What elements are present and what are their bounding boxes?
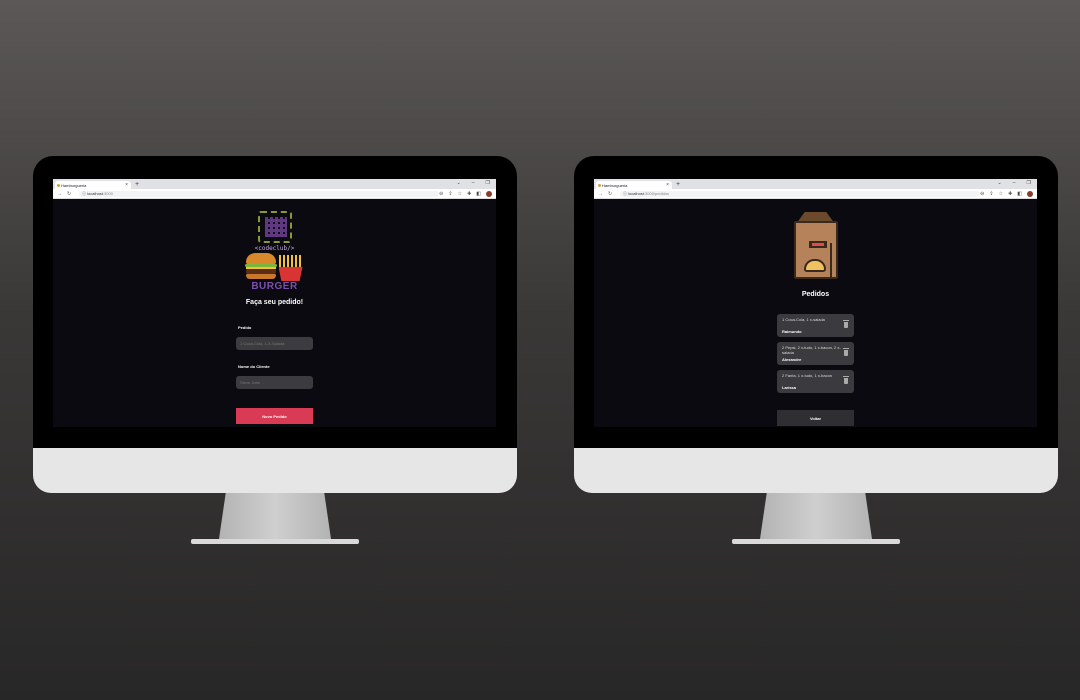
customer-name-label: Nome do Cliente: [238, 364, 270, 369]
avatar[interactable]: [1027, 191, 1033, 197]
star-icon[interactable]: ☆: [458, 191, 462, 197]
extensions-icon[interactable]: ✚: [467, 191, 471, 197]
toolbar-icons: ⊖ ⇪ ☆ ✚ ◧: [439, 191, 492, 197]
trash-icon[interactable]: [843, 348, 849, 356]
tab-title: Hamburgueria: [602, 182, 628, 188]
zoom-icon[interactable]: ⊖: [439, 191, 443, 197]
url-host: localhost: [628, 191, 644, 196]
monitor-stand: [760, 493, 872, 539]
star-icon[interactable]: ☆: [999, 191, 1003, 197]
close-icon[interactable]: ×: [666, 182, 669, 188]
minimize-icon[interactable]: –: [472, 180, 475, 186]
address-bar: → ↻ ⓘ localhost:3000 ⊖ ⇪ ☆ ✚ ◧: [53, 189, 496, 199]
codeclub-burger-logo: <codeclub/> BURGER: [244, 211, 305, 293]
monitor-stand: [219, 493, 331, 539]
url-text: ⓘ localhost:3000/pedidos: [623, 191, 670, 196]
trash-icon[interactable]: [843, 376, 849, 384]
monitor-left: Hamburgueria × + ⌄ – ❐ → ↻ ⓘ localhost:3…: [33, 156, 517, 544]
back-button[interactable]: Voltar: [777, 410, 854, 426]
window-controls: ⌄ – ❐: [457, 180, 490, 186]
share-icon[interactable]: ⇪: [448, 191, 452, 197]
tab-bar: Hamburgueria × + ⌄ – ❐: [594, 179, 1037, 189]
order-customer: Larissa: [782, 385, 797, 390]
sidebar-icon[interactable]: ◧: [1017, 191, 1022, 197]
share-icon[interactable]: ⇪: [989, 191, 993, 197]
order-card: 2 Pepsi, 2 x-tudo, 1 x-bacon, 2 x-salada…: [777, 342, 854, 365]
monitor-right: Hamburgueria × + ⌄ – ❐ → ↻ ⓘ localhost:3…: [574, 156, 1058, 544]
order-items: 1 Coca-Cola, 1 x-salada: [782, 317, 825, 322]
url-path: :3000: [102, 191, 113, 196]
takeaway-bag-icon: [790, 212, 842, 280]
extensions-icon[interactable]: ✚: [1008, 191, 1012, 197]
trash-icon[interactable]: [843, 320, 849, 328]
order-input[interactable]: [236, 337, 313, 350]
logo-text: <codeclub/>: [254, 245, 295, 252]
nav-buttons: → ↻: [598, 191, 612, 197]
restore-icon[interactable]: ❐: [1027, 180, 1031, 186]
order-customer: Raimundo: [782, 329, 802, 334]
url-input[interactable]: ⓘ localhost:3000: [79, 191, 439, 197]
tab-title: Hamburgueria: [61, 182, 87, 188]
chevron-down-icon[interactable]: ⌄: [998, 180, 1002, 186]
qr-code-icon: [257, 211, 292, 243]
address-bar: → ↻ ⓘ localhost:3000/pedidos ⊖ ⇪ ☆ ✚ ◧: [594, 189, 1037, 199]
order-card: 1 Coca-Cola, 1 x-salada Raimundo: [777, 314, 854, 337]
nav-buttons: → ↻: [57, 191, 71, 197]
browser-tab[interactable]: Hamburgueria ×: [55, 181, 131, 189]
zoom-icon[interactable]: ⊖: [980, 191, 984, 197]
order-form: Pedido Nome do Cliente Novo Pedido: [236, 325, 313, 424]
order-label: Pedido: [238, 325, 252, 330]
reload-icon[interactable]: ↻: [67, 191, 71, 197]
tab-bar: Hamburgueria × + ⌄ – ❐: [53, 179, 496, 189]
order-items: 2 Pepsi, 2 x-tudo, 1 x-bacon, 2 x-salada: [782, 345, 841, 355]
forward-icon[interactable]: →: [57, 191, 62, 197]
monitor-chin: [574, 448, 1058, 493]
restore-icon[interactable]: ❐: [486, 180, 490, 186]
order-items: 2 Fanta, 1 x-tudo, 1 x-bacon: [782, 373, 833, 378]
url-host: localhost: [87, 191, 103, 196]
orders-list: 1 Coca-Cola, 1 x-salada Raimundo 2 Pepsi…: [777, 314, 854, 393]
chevron-down-icon[interactable]: ⌄: [457, 180, 461, 186]
logo-burger-text: BURGER: [251, 281, 298, 292]
monitor-foot: [191, 539, 359, 544]
favicon-icon: [57, 184, 60, 187]
order-card: 2 Fanta, 1 x-tudo, 1 x-bacon Larissa: [777, 370, 854, 393]
new-order-button[interactable]: Novo Pedido: [236, 408, 313, 424]
customer-name-input[interactable]: [236, 376, 313, 389]
close-icon[interactable]: ×: [125, 182, 128, 188]
order-customer: Alexandre: [782, 357, 802, 362]
toolbar-icons: ⊖ ⇪ ☆ ✚ ◧: [980, 191, 1033, 197]
fries-icon: [278, 255, 303, 281]
page-title: Pedidos: [801, 291, 830, 298]
orders-page: Pedidos 1 Coca-Cola, 1 x-salada Raimundo…: [594, 199, 1037, 427]
order-page: <codeclub/> BURGER Faça seu pedido! Pedi…: [53, 199, 496, 427]
sidebar-icon[interactable]: ◧: [476, 191, 481, 197]
monitor-foot: [732, 539, 900, 544]
url-input[interactable]: ⓘ localhost:3000/pedidos: [620, 191, 980, 197]
reload-icon[interactable]: ↻: [608, 191, 612, 197]
forward-icon[interactable]: →: [598, 191, 603, 197]
browser-window: Hamburgueria × + ⌄ – ❐ → ↻ ⓘ localhost:3…: [594, 179, 1037, 427]
window-controls: ⌄ – ❐: [998, 180, 1031, 186]
minimize-icon[interactable]: –: [1013, 180, 1016, 186]
new-tab-button[interactable]: +: [676, 181, 680, 189]
browser-window: Hamburgueria × + ⌄ – ❐ → ↻ ⓘ localhost:3…: [53, 179, 496, 427]
page-title: Faça seu pedido!: [245, 299, 304, 306]
browser-tab[interactable]: Hamburgueria ×: [596, 181, 672, 189]
burger-icon: [244, 253, 277, 281]
new-tab-button[interactable]: +: [135, 181, 139, 189]
url-text: ⓘ localhost:3000: [82, 191, 113, 196]
favicon-icon: [598, 184, 601, 187]
url-path: :3000/pedidos: [643, 191, 670, 196]
monitor-chin: [33, 448, 517, 493]
avatar[interactable]: [486, 191, 492, 197]
